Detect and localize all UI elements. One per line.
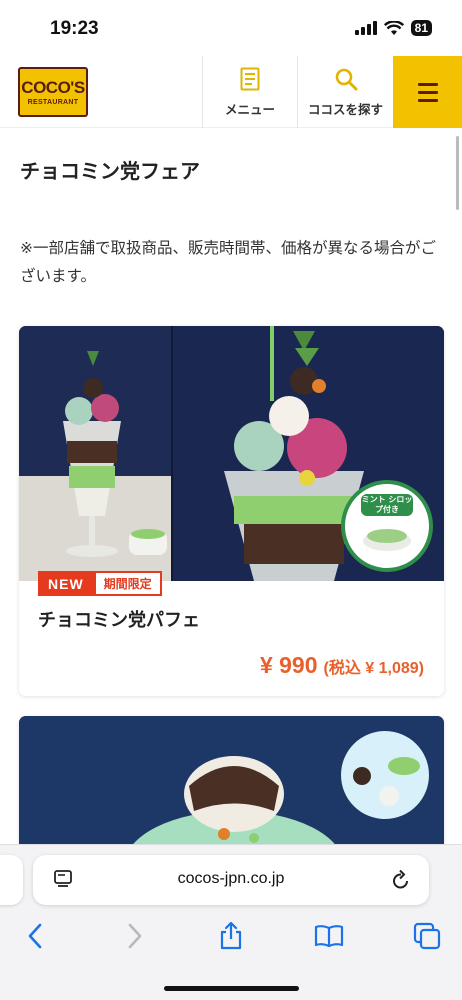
site-header: COCO'S RESTAURANT メニュー ココスを探す [0,56,462,128]
menu-document-icon [240,67,260,90]
product-price: ¥ 990 (税込 ¥ 1,089) [260,652,424,679]
price-value: ¥ 990 [259,652,318,678]
cocos-logo[interactable]: COCO'S RESTAURANT [18,67,88,117]
battery-indicator: 81 [410,20,432,36]
logo-main-text: COCO'S [21,77,85,97]
page-title: チョコミン党フェア [20,159,200,183]
status-bar: 19:23 81 [0,0,462,56]
price-with-tax: (税込 ¥ 1,089) [323,660,425,677]
bookmarks-button[interactable] [314,921,344,951]
product-badges: NEW 期間限定 [38,571,162,596]
hamburger-line [417,90,438,94]
signal-icon [354,21,377,35]
url-text: cocos-jpn.co.jp [177,870,285,887]
new-badge: NEW [38,571,94,596]
forward-icon [128,923,142,949]
nav-find-store-button[interactable]: ココスを探す [297,56,393,128]
tabs-button[interactable] [412,921,442,951]
nav-menu-button[interactable]: メニュー [202,56,297,128]
share-icon [220,921,242,950]
url-field[interactable]: cocos-jpn.co.jp [33,855,429,905]
forward-button[interactable] [120,921,150,951]
product-image: ミント シロップ付き [19,326,444,581]
notice-text: ※一部店舗で取扱商品、販売時間帯、価格が異なる場合がございます。 [20,239,436,285]
reload-icon[interactable] [391,869,411,891]
wifi-icon [383,20,404,35]
hamburger-menu-button[interactable] [393,56,462,128]
hamburger-line [417,98,438,102]
share-button[interactable] [216,921,246,951]
browser-bar: cocos-jpn.co.jp [0,844,462,1000]
bookmarks-icon [314,925,344,948]
nav-menu-label: メニュー [224,101,275,117]
scroll-indicator [456,136,459,210]
search-icon [335,68,357,90]
back-button[interactable] [20,921,50,951]
logo-sub-text: RESTAURANT [27,98,79,106]
nav-find-store-label: ココスを探す [307,101,383,117]
status-icons: 81 [354,20,432,36]
previous-tab-peek[interactable] [0,855,23,905]
limited-time-badge: 期間限定 [93,571,162,596]
home-indicator [164,986,299,991]
tabs-icon [413,922,441,950]
back-icon [28,923,42,949]
mint-syrup-label: ミント シロップ付き [361,494,413,516]
hamburger-line [417,82,438,86]
product-card[interactable]: ミント シロップ付き [19,326,444,696]
product-name[interactable]: チョコミン党パフェ [38,606,200,632]
status-time: 19:23 [50,18,99,39]
